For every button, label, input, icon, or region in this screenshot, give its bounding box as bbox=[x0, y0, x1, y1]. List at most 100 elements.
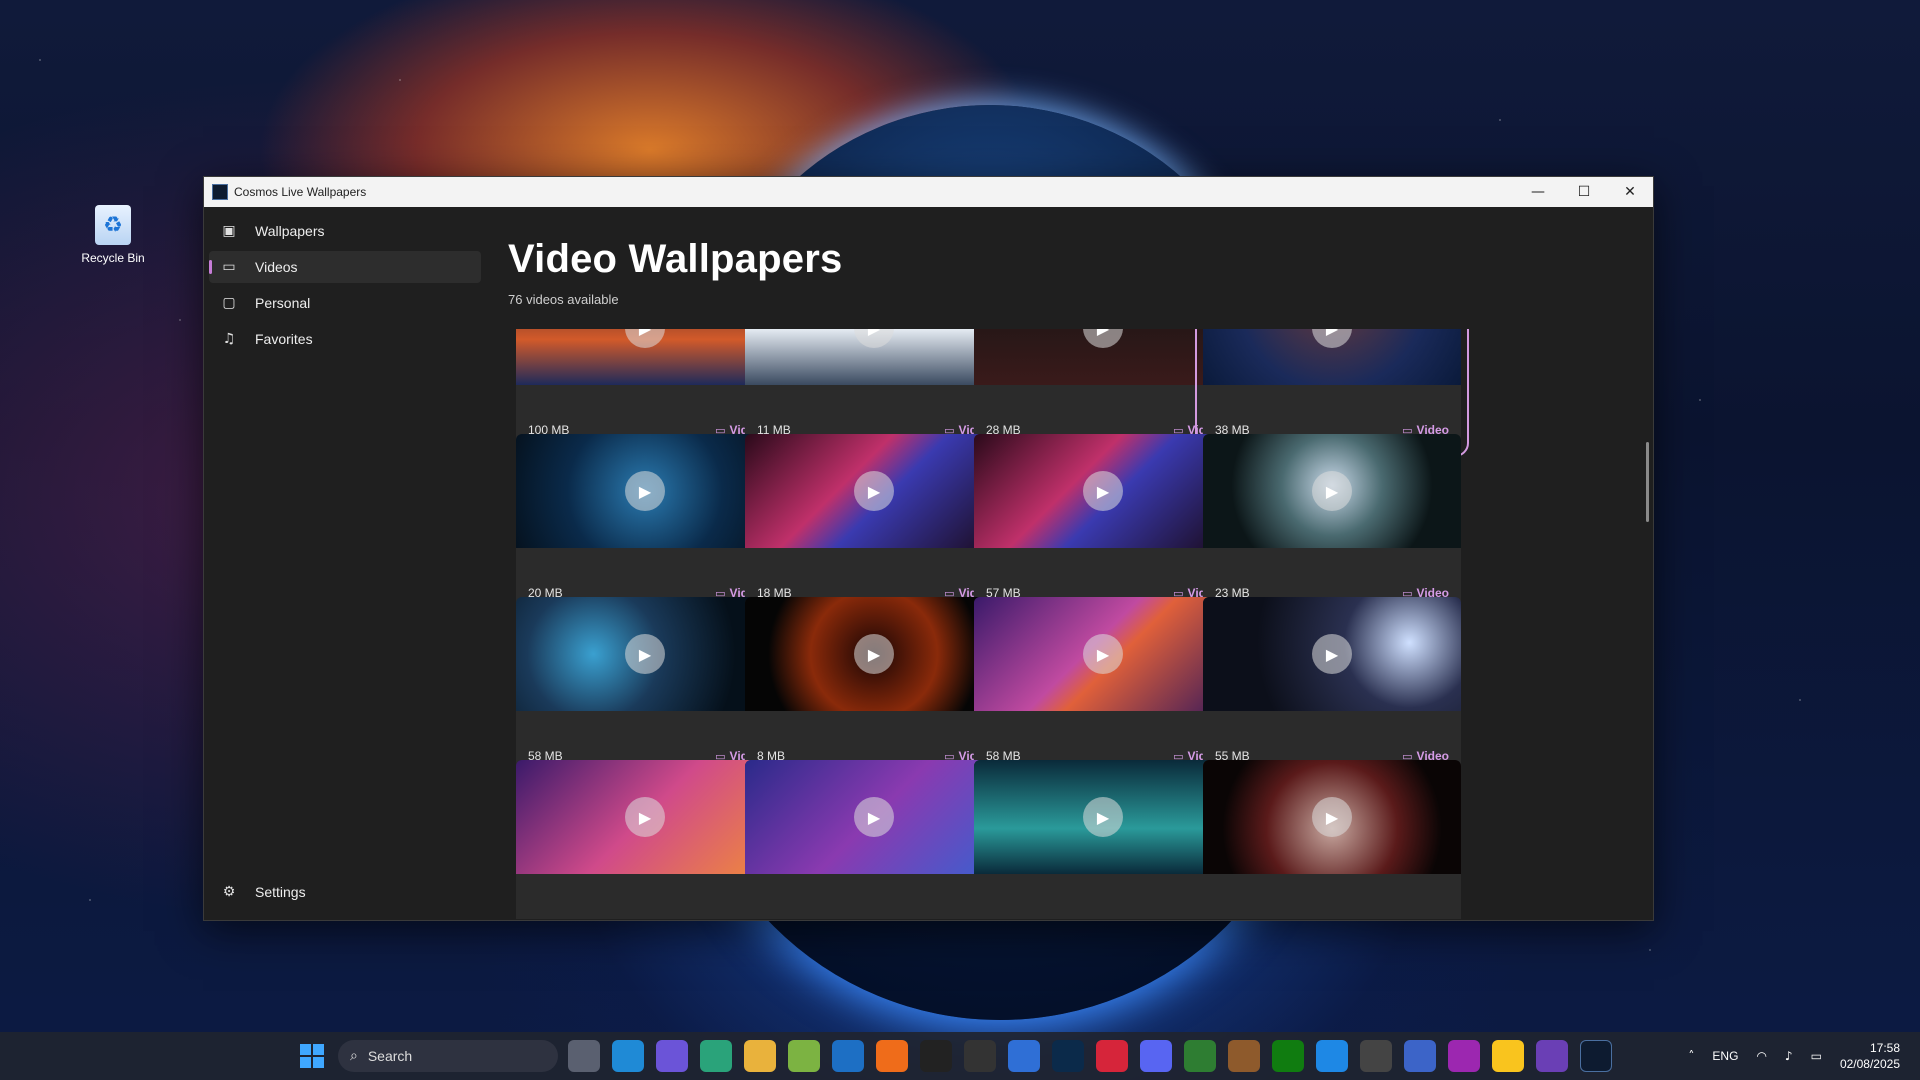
firefox-icon[interactable] bbox=[876, 1040, 908, 1072]
vscode-icon[interactable] bbox=[1316, 1040, 1348, 1072]
title-bar[interactable]: Cosmos Live Wallpapers — ☐ ✕ bbox=[204, 177, 1653, 207]
wallpaper-thumbnail[interactable]: ▶ bbox=[745, 329, 1003, 385]
play-icon[interactable]: ▶ bbox=[1312, 797, 1352, 837]
play-icon[interactable]: ▶ bbox=[1312, 329, 1352, 348]
start-button[interactable] bbox=[300, 1044, 324, 1068]
terminal-icon[interactable] bbox=[964, 1040, 996, 1072]
xbox-icon[interactable] bbox=[1272, 1040, 1304, 1072]
wallpaper-card[interactable]: ▶ bbox=[1203, 760, 1461, 919]
wallpaper-card[interactable]: ▶ bbox=[516, 760, 774, 919]
wallpaper-thumbnail[interactable]: ▶ bbox=[516, 760, 774, 874]
cosmos-app-icon[interactable] bbox=[1580, 1040, 1612, 1072]
wallpaper-card[interactable]: ▶58 MB▭Video bbox=[974, 597, 1232, 775]
scrollbar[interactable] bbox=[1646, 442, 1649, 522]
language-indicator[interactable]: ENG bbox=[1712, 1049, 1738, 1063]
edge-canary-icon[interactable] bbox=[700, 1040, 732, 1072]
jar-icon[interactable] bbox=[1228, 1040, 1260, 1072]
search-placeholder: Search bbox=[367, 1048, 413, 1064]
sidebar-item-videos[interactable]: ▭ Videos bbox=[209, 251, 481, 283]
media-player-icon[interactable] bbox=[920, 1040, 952, 1072]
wallpaper-card[interactable]: ▶18 MB▭Video bbox=[745, 434, 1003, 612]
volume-icon[interactable]: ♪ bbox=[1785, 1049, 1793, 1063]
copilot-icon[interactable] bbox=[656, 1040, 688, 1072]
play-icon[interactable]: ▶ bbox=[854, 471, 894, 511]
play-icon[interactable]: ▶ bbox=[625, 329, 665, 348]
sidebar-item-wallpapers[interactable]: ▣ Wallpapers bbox=[209, 215, 481, 247]
battery-icon[interactable]: ▭ bbox=[1811, 1049, 1822, 1063]
file-explorer-icon[interactable] bbox=[744, 1040, 776, 1072]
wallpaper-card[interactable]: ▶20 MB▭Video bbox=[516, 434, 774, 612]
wallpaper-thumbnail[interactable]: ▶ bbox=[1203, 434, 1461, 548]
photoshop-icon[interactable] bbox=[1052, 1040, 1084, 1072]
wallpaper-thumbnail[interactable]: ▶ bbox=[516, 434, 774, 548]
wallpaper-card[interactable]: ▶ bbox=[974, 760, 1232, 919]
wallpaper-card[interactable]: ▶100 MB▭Video bbox=[516, 329, 774, 449]
outlook-icon[interactable] bbox=[832, 1040, 864, 1072]
close-button[interactable]: ✕ bbox=[1607, 177, 1653, 207]
wallpaper-card[interactable]: ▶38 MB▭Video bbox=[1195, 329, 1469, 457]
sidebar-item-label: Favorites bbox=[255, 331, 313, 347]
wifi-icon[interactable]: ◠ bbox=[1756, 1049, 1766, 1063]
app-icon[interactable] bbox=[1448, 1040, 1480, 1072]
play-icon[interactable]: ▶ bbox=[854, 634, 894, 674]
notepad-icon[interactable] bbox=[788, 1040, 820, 1072]
sticky-notes-icon[interactable] bbox=[1492, 1040, 1524, 1072]
wallpaper-grid[interactable]: ▶100 MB▭Video▶11 MB▭Video▶28 MB▭Video▶38… bbox=[516, 329, 1626, 919]
image-icon: ▣ bbox=[222, 223, 236, 239]
taskbar-search[interactable]: ⌕ Search bbox=[338, 1040, 558, 1072]
wallpaper-card[interactable]: ▶ 55 MB ▭ Video bbox=[1203, 597, 1461, 775]
play-icon[interactable]: ▶ bbox=[1083, 471, 1123, 511]
wallpaper-thumbnail[interactable]: ▶ bbox=[516, 329, 774, 385]
taskbar: ⌕ Search ˄ ENG ◠ ♪ ▭ 17:58 02/08/2025 bbox=[0, 1032, 1920, 1080]
pinterest-icon[interactable] bbox=[1096, 1040, 1128, 1072]
window-title: Cosmos Live Wallpapers bbox=[234, 185, 367, 199]
wallpaper-card[interactable]: ▶ bbox=[745, 760, 1003, 919]
wallpaper-thumbnail[interactable]: ▶ bbox=[1203, 597, 1461, 711]
desktop-icon-recycle-bin[interactable]: Recycle Bin bbox=[78, 205, 148, 265]
wallpaper-thumbnail[interactable]: ▶ bbox=[974, 760, 1232, 874]
sidebar-item-favorites[interactable]: ♫ Favorites bbox=[209, 323, 481, 355]
desktop-icon-label: Recycle Bin bbox=[81, 251, 145, 265]
todo-icon[interactable] bbox=[1008, 1040, 1040, 1072]
wallpaper-card[interactable]: ▶57 MB▭Video bbox=[974, 434, 1232, 612]
sidebar-item-settings[interactable]: ⚙ Settings bbox=[209, 876, 481, 908]
play-icon[interactable]: ▶ bbox=[1083, 797, 1123, 837]
chevron-up-icon[interactable]: ˄ bbox=[1688, 1049, 1694, 1063]
wallpaper-card[interactable]: ▶8 MB▭Video bbox=[745, 597, 1003, 775]
sidebar-item-personal[interactable]: ▢ Personal bbox=[209, 287, 481, 319]
chatgpt-icon[interactable] bbox=[1360, 1040, 1392, 1072]
wallpaper-card[interactable]: ▶11 MB▭Video bbox=[745, 329, 1003, 449]
wallpaper-card[interactable]: ▶ 23 MB ▭ Video bbox=[1203, 434, 1461, 612]
play-icon[interactable]: ▶ bbox=[1312, 634, 1352, 674]
remote-desktop-icon[interactable] bbox=[1404, 1040, 1436, 1072]
wallpaper-thumbnail[interactable]: ▶ bbox=[745, 434, 1003, 548]
wallpaper-card[interactable]: ▶58 MB▭Video bbox=[516, 597, 774, 775]
folder-icon: ▢ bbox=[222, 295, 236, 311]
play-icon[interactable]: ▶ bbox=[1083, 634, 1123, 674]
wallpaper-card[interactable]: ▶28 MB▭Video bbox=[974, 329, 1232, 449]
minimize-button[interactable]: — bbox=[1515, 177, 1561, 207]
play-icon[interactable]: ▶ bbox=[854, 329, 894, 348]
play-icon[interactable]: ▶ bbox=[1312, 471, 1352, 511]
discord-icon[interactable] bbox=[1140, 1040, 1172, 1072]
play-icon[interactable]: ▶ bbox=[625, 634, 665, 674]
wallpaper-thumbnail[interactable]: ▶ bbox=[974, 329, 1232, 385]
play-icon[interactable]: ▶ bbox=[1083, 329, 1123, 348]
wallpaper-thumbnail[interactable]: ▶ bbox=[974, 434, 1232, 548]
wallpaper-thumbnail[interactable]: ▶ bbox=[974, 597, 1232, 711]
clock[interactable]: 17:58 02/08/2025 bbox=[1840, 1040, 1900, 1072]
play-icon[interactable]: ▶ bbox=[625, 797, 665, 837]
play-icon[interactable]: ▶ bbox=[625, 471, 665, 511]
task-view-icon[interactable] bbox=[568, 1040, 600, 1072]
wallpaper-thumbnail[interactable]: ▶ bbox=[745, 597, 1003, 711]
wallpaper-thumbnail[interactable]: ▶ bbox=[745, 760, 1003, 874]
wallpaper-thumbnail[interactable]: ▶ bbox=[1203, 329, 1461, 385]
wallpaper-thumbnail[interactable]: ▶ bbox=[516, 597, 774, 711]
link-icon[interactable] bbox=[1184, 1040, 1216, 1072]
wallpaper-thumbnail[interactable]: ▶ bbox=[1203, 760, 1461, 874]
edge-icon[interactable] bbox=[612, 1040, 644, 1072]
play-icon[interactable]: ▶ bbox=[854, 797, 894, 837]
recycle-bin-icon bbox=[95, 205, 131, 245]
visual-studio-icon[interactable] bbox=[1536, 1040, 1568, 1072]
maximize-button[interactable]: ☐ bbox=[1561, 177, 1607, 207]
